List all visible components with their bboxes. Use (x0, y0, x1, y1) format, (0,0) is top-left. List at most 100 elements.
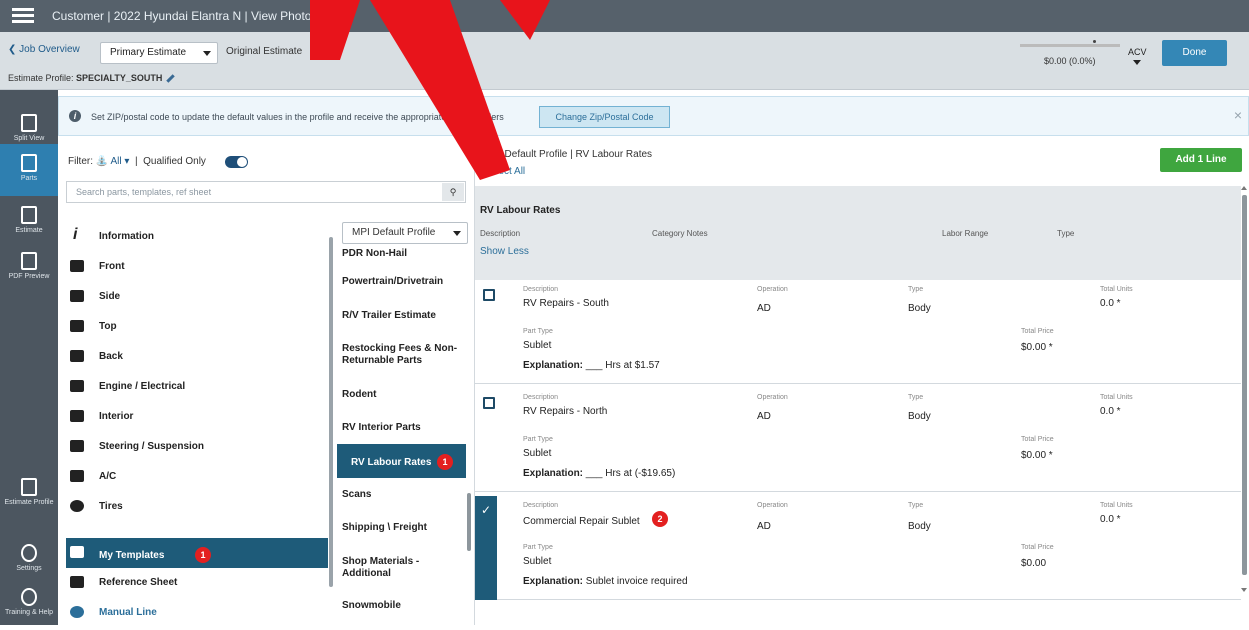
category-interior[interactable]: Interior (66, 402, 328, 432)
rail-estimate-profile[interactable]: Estimate Profile (0, 468, 58, 520)
template-shipping-freight[interactable]: Shipping \ Freight (342, 522, 466, 534)
checkmark-icon[interactable]: ✓ (475, 496, 497, 600)
done-button[interactable]: Done (1162, 40, 1227, 66)
rail-label: PDF Preview (8, 273, 50, 280)
category-label: My Templates 1 (99, 547, 211, 563)
rail-parts[interactable]: Parts (0, 144, 58, 196)
acv-label[interactable]: ACV (1128, 47, 1147, 57)
explanation-label: Explanation: (523, 468, 584, 479)
reference-sheet-icon (70, 576, 84, 588)
rail-pdf-preview[interactable]: PDF Preview (0, 242, 58, 294)
line-total-price: $0.00 * (1021, 450, 1053, 461)
category-label: A/C (99, 471, 117, 482)
line-checkbox[interactable] (483, 289, 495, 301)
rail-label: Estimate (15, 227, 43, 234)
line-checkbox[interactable] (483, 397, 495, 409)
line-operation: AD (757, 521, 771, 532)
estimate-select-value: Primary Estimate (110, 47, 187, 58)
profile-template-value: MPI Default Profile (352, 227, 436, 238)
rail-label: Estimate Profile (4, 499, 54, 506)
line-explanation: Explanation: Sublet invoice required (523, 576, 688, 587)
template-snowmobile[interactable]: Snowmobile (342, 600, 466, 612)
job-title[interactable]: Customer | 2022 Hyundai Elantra N | View… (52, 9, 331, 23)
line-total-units: 0.0 * (1100, 406, 1121, 417)
category-side[interactable]: Side (66, 282, 328, 312)
line-item-card[interactable]: Description RV Repairs - North Operation… (475, 388, 1241, 492)
rail-training-help[interactable]: Training & Help (0, 578, 58, 630)
template-scrollbar[interactable] (467, 493, 471, 551)
line-item-card[interactable]: ✓ Description Commercial Repair Sublet 2… (475, 496, 1241, 600)
scroll-down-arrow[interactable] (1241, 588, 1247, 592)
template-rv-labour-rates[interactable]: RV Labour Rates 1 (337, 444, 466, 478)
line-part-type: Sublet (523, 340, 552, 351)
category-tires[interactable]: Tires (66, 492, 328, 522)
category-label: Side (99, 291, 121, 302)
template-scans[interactable]: Scans (342, 489, 466, 501)
parts-icon (21, 154, 37, 172)
car-top-icon (70, 320, 84, 332)
right-scrollbar[interactable] (1242, 195, 1247, 575)
explanation-value: Sublet invoice required (585, 576, 688, 587)
acv-chevron-icon[interactable] (1133, 60, 1141, 65)
category-scrollbar[interactable] (329, 237, 333, 587)
category-top[interactable]: Top (66, 312, 328, 342)
gear-icon (21, 544, 37, 562)
rail-estimate[interactable]: Estimate (0, 196, 58, 248)
job-overview-label: Job Overview (19, 44, 80, 55)
add-line-button[interactable]: Add 1 Line (1160, 148, 1242, 172)
template-rv-trailer[interactable]: R/V Trailer Estimate (342, 310, 466, 322)
estimate-select[interactable]: Primary Estimate (100, 42, 218, 64)
template-rodent[interactable]: Rodent (342, 389, 466, 401)
category-my-templates[interactable]: My Templates 1 (66, 538, 328, 568)
field-label: Part Type (523, 436, 553, 443)
category-manual-line[interactable]: Manual Line (66, 598, 328, 628)
category-engine-electrical[interactable]: Engine / Electrical (66, 372, 328, 402)
original-estimate-label[interactable]: Original Estimate (226, 46, 302, 57)
field-label: Total Price (1021, 544, 1054, 551)
field-label: Total Units (1100, 502, 1133, 509)
category-back[interactable]: Back (66, 342, 328, 372)
pdf-icon (21, 252, 37, 270)
qualified-only-toggle[interactable] (225, 156, 248, 168)
line-item-card[interactable]: Description RV Repairs - South Operation… (475, 280, 1241, 384)
explanation-label: Explanation: (523, 360, 584, 371)
search-icon[interactable]: ⚲ (442, 183, 464, 201)
templates-icon (70, 546, 84, 558)
ac-icon (70, 470, 84, 482)
line-type: Body (908, 303, 931, 314)
clipboard-icon (21, 206, 37, 224)
help-icon (21, 588, 37, 606)
profile-value: SPECIALTY_SOUTH (76, 73, 163, 83)
job-overview-link[interactable]: ❮ Job Overview (8, 44, 80, 55)
filter-all-dropdown[interactable]: ⛲ All ▾ (96, 156, 130, 167)
profile-template-select[interactable]: MPI Default Profile (342, 222, 468, 244)
template-rv-interior[interactable]: RV Interior Parts (342, 422, 466, 434)
chevron-down-icon (203, 51, 211, 56)
my-templates-label: My Templates (99, 550, 165, 561)
template-shop-materials[interactable]: Shop Materials - Additional (342, 556, 466, 580)
menu-icon[interactable] (12, 8, 34, 24)
field-label: Total Units (1100, 286, 1133, 293)
field-label: Description (523, 286, 559, 293)
category-front[interactable]: Front (66, 252, 328, 282)
seat-icon (70, 410, 84, 422)
template-restocking[interactable]: Restocking Fees & Non-Returnable Parts (342, 343, 466, 367)
category-information[interactable]: i Information (66, 222, 328, 252)
category-steering-suspension[interactable]: Steering / Suspension (66, 432, 328, 462)
template-pdr-non-hail[interactable]: PDR Non-Hail (342, 248, 466, 260)
close-icon[interactable]: × (1234, 107, 1242, 123)
category-label: Top (99, 321, 117, 332)
select-all-link[interactable]: Select All (484, 166, 525, 177)
change-zip-button[interactable]: Change Zip/Postal Code (539, 106, 670, 128)
show-less-link[interactable]: Show Less (480, 246, 529, 257)
category-label: Manual Line (99, 607, 157, 618)
scroll-up-arrow[interactable] (1241, 186, 1247, 190)
template-powertrain[interactable]: Powertrain/Drivetrain (342, 276, 466, 288)
pencil-icon[interactable] (166, 74, 176, 83)
step-badge: 1 (436, 454, 453, 470)
line-explanation: Explanation: ___ Hrs at (-$19.65) (523, 468, 675, 479)
line-type: Body (908, 521, 931, 532)
category-ac[interactable]: A/C (66, 462, 328, 492)
category-reference-sheet[interactable]: Reference Sheet (66, 568, 328, 598)
parts-search-input[interactable]: Search parts, templates, ref sheet ⚲ (66, 181, 466, 203)
